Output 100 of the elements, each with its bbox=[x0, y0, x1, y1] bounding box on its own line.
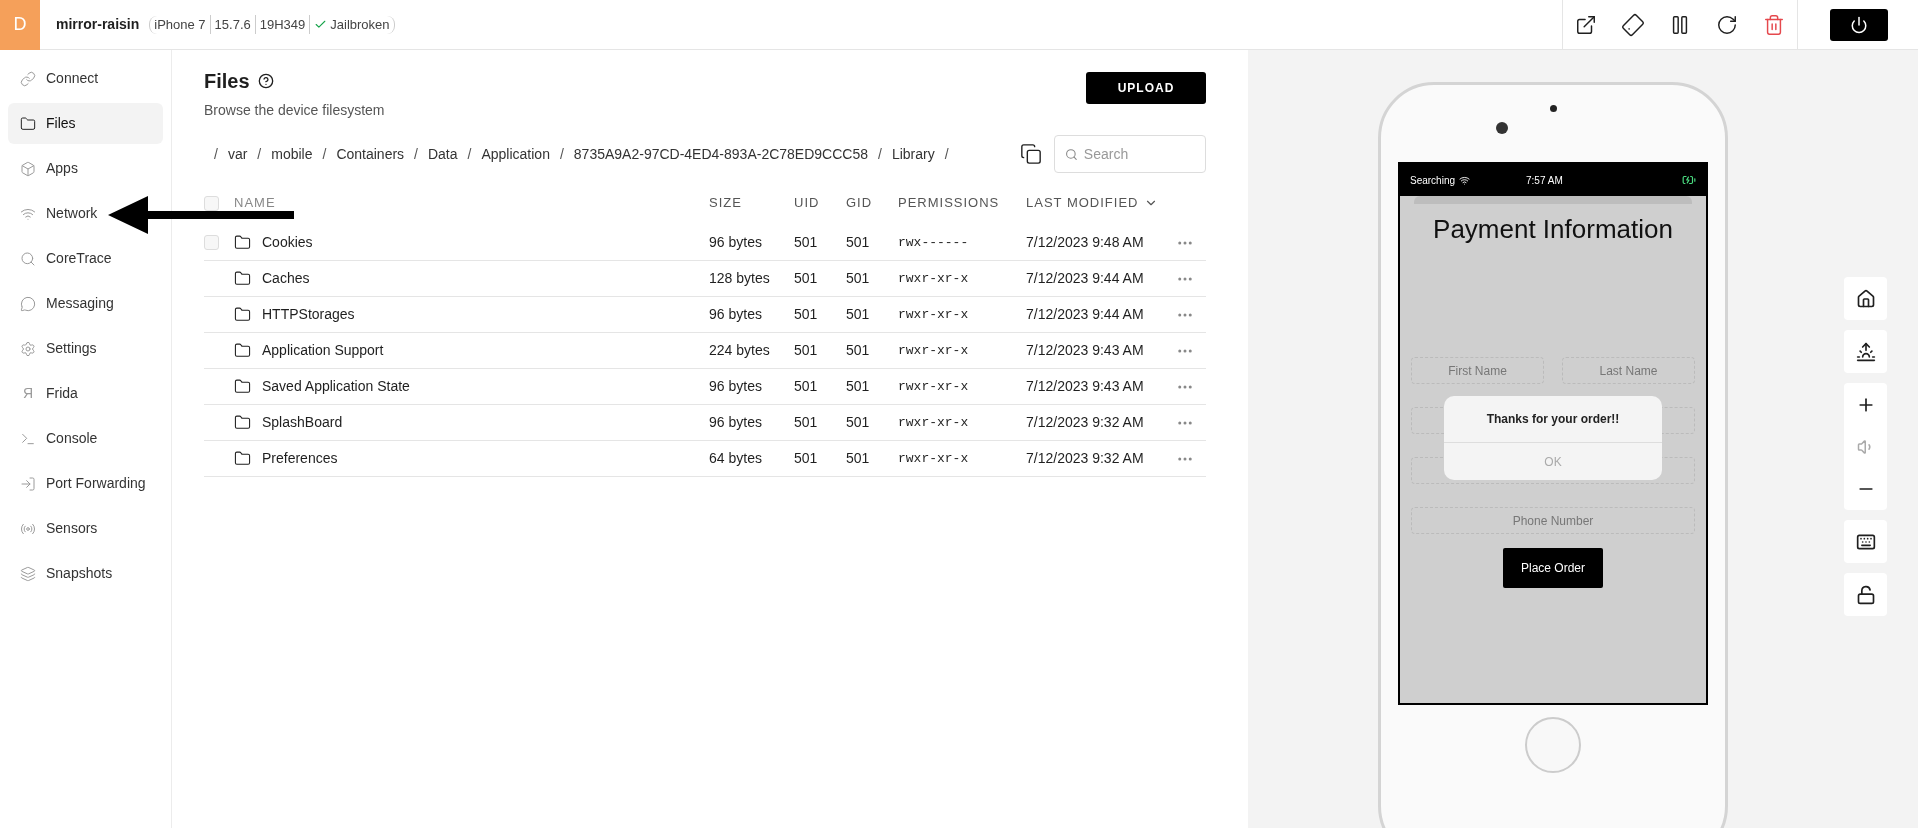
breadcrumb-link[interactable]: Application bbox=[481, 143, 550, 165]
unlock-icon bbox=[1855, 584, 1876, 605]
help-icon[interactable] bbox=[257, 73, 274, 89]
folder-icon bbox=[234, 234, 251, 251]
uid-cell-text: 501 bbox=[794, 341, 819, 360]
sidebar-item[interactable]: Snapshots bbox=[8, 553, 163, 594]
path-separator: / bbox=[413, 144, 419, 164]
page-title: Files bbox=[204, 69, 250, 94]
search-icon bbox=[20, 250, 36, 267]
file-size: 96 bytes bbox=[709, 305, 763, 324]
chat-bubble-icon bbox=[20, 295, 36, 312]
clock-text: 7:57 AM bbox=[1526, 173, 1563, 188]
search-input[interactable]: Search bbox=[1083, 143, 1195, 165]
sidebar-item[interactable]: Port Forwarding bbox=[8, 463, 163, 504]
uid-cell-text: 501 bbox=[794, 449, 819, 468]
gid-cell-text: 501 bbox=[846, 449, 871, 468]
lock-control[interactable] bbox=[1844, 573, 1887, 616]
file-size: 96 bytes bbox=[709, 413, 763, 432]
arrow-into-bracket-icon bbox=[20, 475, 36, 492]
column-header[interactable]: LAST MODIFIED bbox=[1026, 193, 1176, 213]
breadcrumb-link[interactable]: Containers bbox=[336, 143, 405, 165]
file-size: 128 bytes bbox=[709, 269, 771, 288]
column-header[interactable]: UID bbox=[794, 193, 846, 213]
sidebar-item[interactable]: Network bbox=[8, 193, 163, 234]
copy-icon[interactable] bbox=[1020, 143, 1042, 165]
sidebar-item[interactable]: Messaging bbox=[8, 283, 163, 324]
jailbreak-status: Jailbroken bbox=[330, 15, 390, 34]
column-header[interactable]: NAME bbox=[234, 193, 709, 213]
uid-cell-text: 501 bbox=[794, 413, 819, 432]
column-header[interactable]: PERMISSIONS bbox=[898, 193, 1026, 213]
column-header[interactable]: GID bbox=[846, 193, 898, 213]
modified-cell-text: 7/12/2023 9:48 AM bbox=[1026, 233, 1145, 252]
carrier-text: Searching bbox=[1410, 173, 1456, 188]
modified-cell-text: 7/12/2023 9:43 AM bbox=[1026, 341, 1145, 360]
check-icon bbox=[314, 18, 328, 31]
breadcrumb-link[interactable]: Data bbox=[427, 143, 458, 165]
modified-cell-text: 7/12/2023 9:43 AM bbox=[1026, 377, 1145, 396]
file-name: Application Support bbox=[262, 341, 385, 360]
sunrise-control[interactable] bbox=[1844, 330, 1887, 373]
link-icon bbox=[20, 70, 36, 87]
modified-cell-text: 7/12/2023 9:44 AM bbox=[1026, 269, 1145, 288]
folder-icon bbox=[234, 378, 251, 395]
breadcrumb-link[interactable]: Library bbox=[891, 143, 935, 165]
path-separator: / bbox=[558, 144, 565, 164]
folder-icon bbox=[234, 270, 251, 287]
folder-icon bbox=[234, 342, 251, 359]
place-order-button[interactable]: Place Order bbox=[1503, 548, 1603, 588]
file-size: 224 bytes bbox=[709, 341, 771, 360]
sidebar-item[interactable]: Connect bbox=[8, 58, 163, 99]
alert-message: Thanks for your order!! bbox=[1444, 396, 1662, 443]
gid-cell-text: 501 bbox=[846, 377, 871, 396]
row-checkbox[interactable] bbox=[204, 235, 219, 250]
wifi-icon bbox=[1459, 174, 1471, 186]
delete-icon[interactable] bbox=[1763, 13, 1785, 36]
home-icon bbox=[1855, 288, 1876, 309]
path-separator: / bbox=[877, 144, 883, 164]
sidebar-item[interactable]: CoreTrace bbox=[8, 238, 163, 279]
sunrise-icon bbox=[1855, 341, 1876, 362]
path-separator: / bbox=[256, 144, 263, 164]
device-avatar: D bbox=[0, 0, 40, 50]
path-separator: / bbox=[213, 144, 219, 164]
modified-cell-text: 7/12/2023 9:44 AM bbox=[1026, 305, 1145, 324]
sidebar-item[interactable]: Sensors bbox=[8, 508, 163, 549]
permissions-cell-text: rwxr-xr-x bbox=[898, 413, 970, 432]
path-separator: / bbox=[943, 144, 950, 164]
power-button[interactable] bbox=[1830, 8, 1888, 41]
home-control[interactable] bbox=[1844, 277, 1887, 320]
front-camera bbox=[1496, 122, 1508, 134]
breadcrumb-link[interactable]: var bbox=[227, 143, 248, 165]
sidebar-item[interactable]: Console bbox=[8, 418, 163, 459]
battery-icon bbox=[1682, 173, 1696, 187]
gid-cell-text: 501 bbox=[846, 305, 871, 324]
permissions-cell-text: rwxr-xr-x bbox=[898, 269, 970, 288]
search-field[interactable]: Search bbox=[1054, 135, 1206, 173]
gid-cell-text: 501 bbox=[846, 341, 871, 360]
file-name: Saved Application State bbox=[262, 377, 411, 396]
permissions-cell-text: rwxr-xr-x bbox=[898, 449, 970, 468]
uid-cell-text: 501 bbox=[794, 269, 819, 288]
uid-cell-text: 501 bbox=[794, 377, 819, 396]
keyboard-control[interactable] bbox=[1844, 520, 1887, 563]
phone-sensor bbox=[1549, 105, 1557, 112]
breadcrumb-link[interactable]: mobile bbox=[271, 143, 313, 165]
sidebar-item[interactable]: Apps bbox=[8, 148, 163, 189]
device-model: iPhone 7 bbox=[154, 15, 207, 34]
modified-cell-text: 7/12/2023 9:32 AM bbox=[1026, 449, 1145, 468]
file-name: SplashBoard bbox=[262, 413, 344, 432]
breadcrumb-link[interactable]: 8735A9A2-97CD-4ED4-893A-2C78ED9CCC58 bbox=[573, 143, 868, 165]
sidebar-item[interactable]: Settings bbox=[8, 328, 163, 369]
external-link-icon[interactable] bbox=[1575, 13, 1597, 36]
header-checkbox[interactable] bbox=[204, 195, 219, 211]
path-separator: / bbox=[466, 144, 473, 164]
sidebar-item[interactable]: Я Frida bbox=[8, 373, 163, 414]
cube-icon bbox=[20, 160, 36, 177]
column-header[interactable]: SIZE bbox=[709, 193, 794, 213]
file-name: HTTPStorages bbox=[262, 305, 356, 324]
upload-button[interactable]: UPLOAD bbox=[1086, 72, 1206, 104]
permissions-cell-text: rwxr-xr-x bbox=[898, 377, 970, 396]
restart-icon[interactable] bbox=[1716, 13, 1738, 36]
folder-icon bbox=[234, 450, 251, 467]
sidebar-item[interactable]: Files bbox=[8, 103, 163, 144]
